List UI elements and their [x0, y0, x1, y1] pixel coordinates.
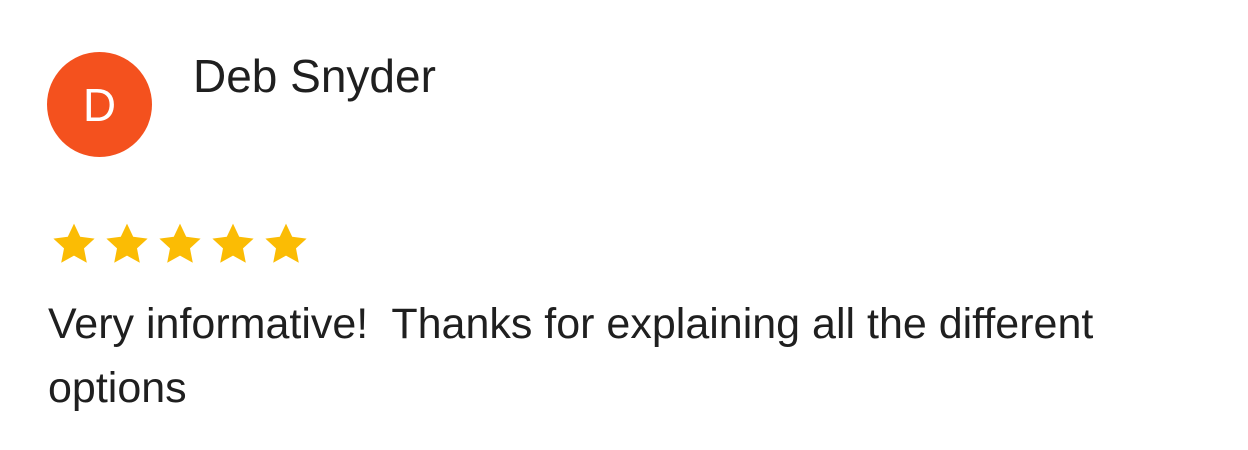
star-icon	[106, 223, 148, 263]
star-icon	[265, 223, 307, 263]
avatar-initial: D	[82, 78, 117, 131]
review-text: Very informative! Thanks for explaining …	[48, 300, 1106, 412]
star-rating	[50, 222, 310, 266]
star-icon	[212, 223, 254, 263]
avatar[interactable]: D	[47, 52, 152, 157]
star-icon	[53, 223, 95, 263]
star-icon	[159, 223, 201, 263]
reviewer-name[interactable]: Deb Snyder	[193, 48, 436, 104]
review-card: D Deb Snyder Very informative! Thanks fo…	[0, 0, 1248, 450]
